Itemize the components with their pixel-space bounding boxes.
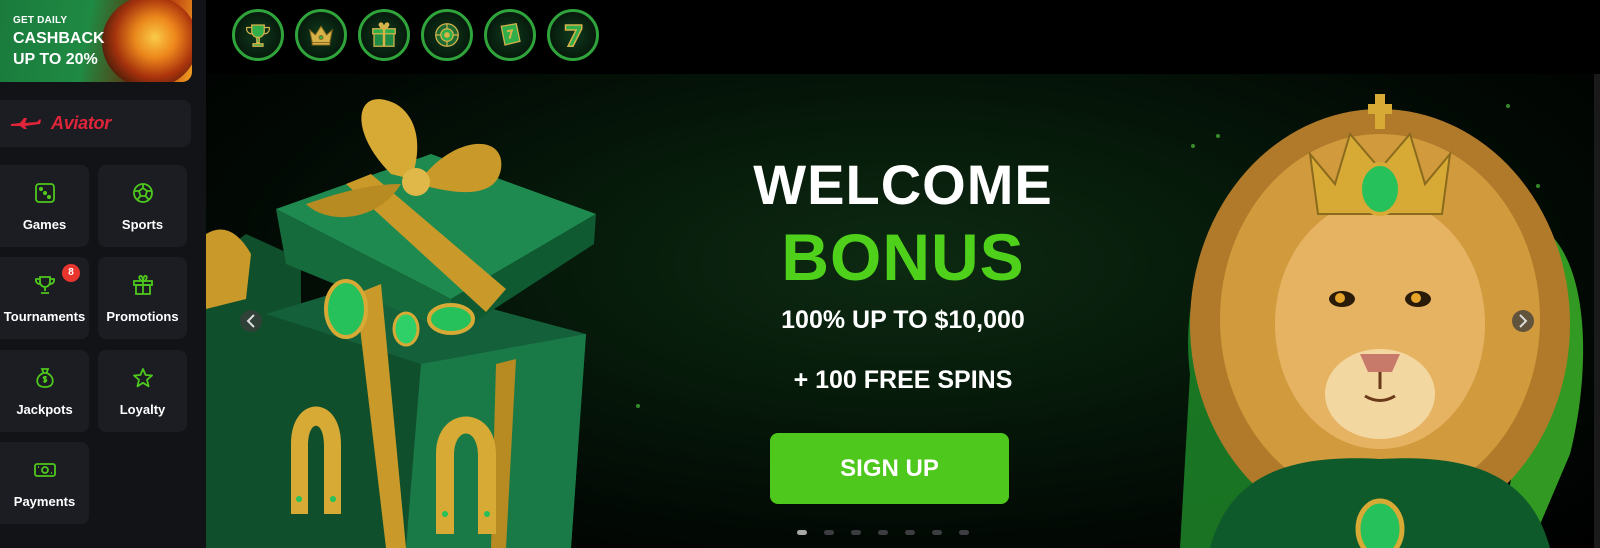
carousel-prev-button[interactable]: [240, 310, 262, 332]
slot-reel-icon: [500, 23, 521, 46]
star-icon: [132, 368, 153, 388]
lucky-seven-icon: [564, 24, 583, 47]
sidebar-item-label: Jackpots: [16, 402, 73, 417]
aviator-label: Aviator: [51, 113, 111, 133]
soccer-ball-icon: [132, 183, 153, 203]
promo-crab-illustration: [102, 0, 192, 82]
carousel-dot[interactable]: [959, 530, 969, 535]
promo-line-3: UP TO 20%: [13, 51, 98, 68]
sidebar-item-loyalty[interactable]: Loyalty: [98, 350, 187, 432]
category-roulette[interactable]: [421, 9, 473, 61]
sidebar-item-label: Loyalty: [119, 402, 166, 417]
aviator-game-link[interactable]: Aviator: [0, 100, 191, 147]
promo-line-1: GET DAILY: [13, 15, 68, 26]
gift-box-icon: [372, 22, 396, 47]
sidebar-item-games[interactable]: Games: [0, 165, 89, 247]
promo-line-2: CASHBACK: [13, 30, 105, 47]
gift-icon: [132, 274, 153, 295]
sidebar-item-label: Payments: [13, 494, 76, 509]
dice-icon: [34, 183, 55, 203]
banner-title-bonus: BONUS: [781, 220, 1025, 294]
category-trophy[interactable]: [232, 9, 284, 61]
sidebar-item-label: Tournaments: [3, 309, 86, 324]
sign-up-button[interactable]: SIGN UP: [770, 433, 1009, 504]
sidebar-item-label: Sports: [121, 217, 164, 232]
category-bar: [206, 0, 1600, 74]
sparkle: [636, 404, 640, 408]
category-gift-box[interactable]: [358, 9, 410, 61]
chevron-left-icon: [246, 314, 255, 328]
scrollbar[interactable]: [1594, 74, 1600, 548]
money-bag-icon: [35, 368, 54, 388]
category-crown[interactable]: [295, 9, 347, 61]
airplane-icon: [11, 118, 41, 129]
banner-offer-text: 100% UP TO $10,000: [781, 306, 1025, 334]
banner-title-welcome: WELCOME: [753, 153, 1053, 216]
tournaments-count-badge: 8: [62, 264, 80, 282]
category-lucky-seven[interactable]: [547, 9, 599, 61]
roulette-icon: [435, 23, 459, 47]
carousel-dot[interactable]: [905, 530, 915, 535]
cashback-promo-banner[interactable]: GET DAILY CASHBACK UP TO 20%: [0, 0, 192, 82]
sidebar-item-payments[interactable]: Payments: [0, 442, 89, 524]
carousel-dot[interactable]: [932, 530, 942, 535]
carousel-dot[interactable]: [797, 530, 807, 535]
sidebar: GET DAILY CASHBACK UP TO 20% Aviator Gam…: [0, 0, 206, 548]
sidebar-item-jackpots[interactable]: Jackpots: [0, 350, 89, 432]
carousel-dot[interactable]: [851, 530, 861, 535]
carousel-dot[interactable]: [824, 530, 834, 535]
sidebar-item-sports[interactable]: Sports: [98, 165, 187, 247]
crown-icon: [308, 25, 334, 46]
banner-free-spins-text: + 100 FREE SPINS: [793, 366, 1013, 394]
carousel-dot[interactable]: [878, 530, 888, 535]
sidebar-item-label: Promotions: [106, 309, 179, 324]
trophy-icon: [246, 24, 270, 47]
sidebar-item-tournaments[interactable]: 8 Tournaments: [0, 257, 89, 339]
cash-icon: [33, 463, 56, 477]
sidebar-item-label: Games: [22, 217, 67, 232]
category-slots[interactable]: [484, 9, 536, 61]
carousel-next-button[interactable]: [1512, 310, 1534, 332]
chevron-right-icon: [1519, 314, 1528, 328]
sidebar-item-promotions[interactable]: Promotions: [98, 257, 187, 339]
welcome-bonus-banner: WELCOME BONUS 100% UP TO $10,000 + 100 F…: [206, 74, 1600, 548]
trophy-icon: [34, 276, 55, 294]
